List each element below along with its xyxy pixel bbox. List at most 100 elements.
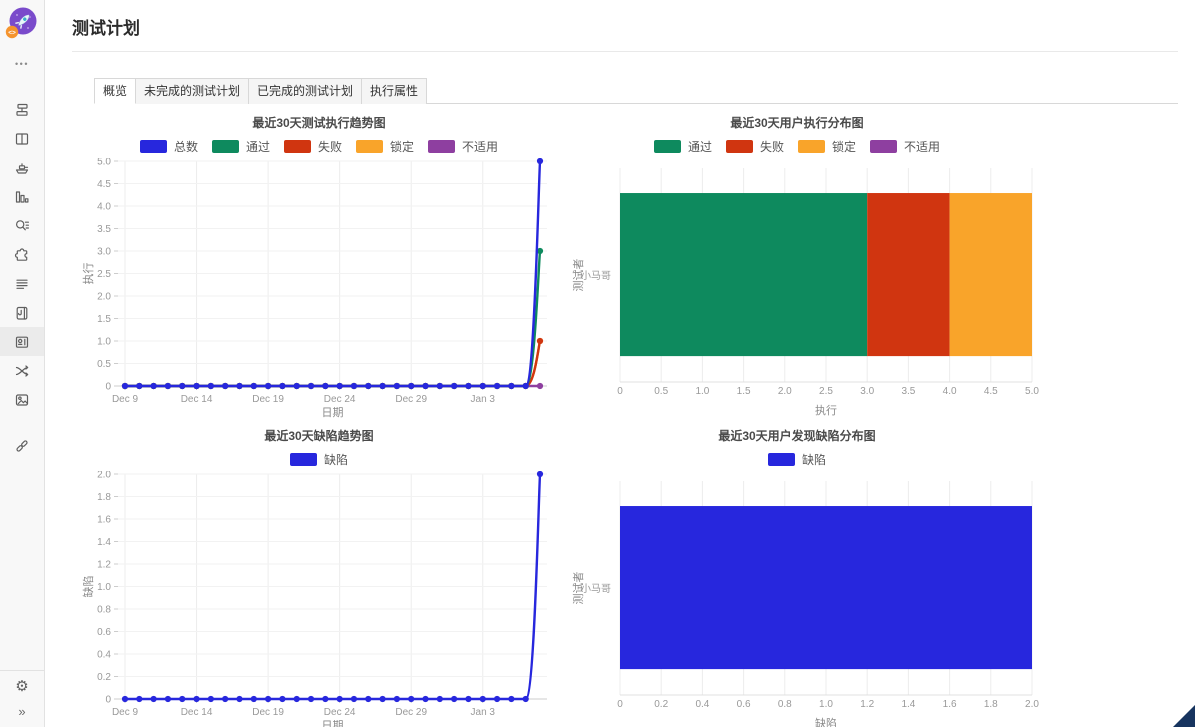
svg-text:0.6: 0.6 [97, 627, 111, 638]
sidebar-item-reports[interactable] [0, 182, 44, 211]
legend-item[interactable]: 锁定 [356, 138, 414, 155]
svg-text:1.2: 1.2 [860, 699, 874, 710]
svg-text:0: 0 [617, 386, 623, 397]
svg-text:Dec 24: Dec 24 [324, 394, 356, 405]
legend-label: 失败 [318, 138, 342, 155]
sidebar-item-shuffle[interactable] [0, 356, 44, 385]
svg-text:1.6: 1.6 [97, 515, 111, 526]
sidebar-item-notebook[interactable] [0, 298, 44, 327]
tab-bar: 概览 未完成的测试计划 已完成的测试计划 执行属性 [94, 78, 1178, 104]
legend-item[interactable]: 不适用 [870, 138, 940, 155]
svg-text:0.4: 0.4 [695, 699, 709, 710]
legend-item[interactable]: 总数 [140, 138, 198, 155]
svg-text:3.0: 3.0 [97, 247, 111, 258]
svg-text:4.0: 4.0 [943, 386, 957, 397]
line-chart-plot: 00.51.01.52.02.53.03.54.04.55.0Dec 9Dec … [80, 158, 558, 425]
legend-label: 不适用 [462, 138, 498, 155]
svg-text:1.0: 1.0 [695, 386, 709, 397]
line-chart-plot: 00.20.40.60.81.01.21.41.61.82.0Dec 9Dec … [80, 471, 558, 727]
svg-text:1.4: 1.4 [97, 537, 111, 548]
sidebar-item-list[interactable] [0, 269, 44, 298]
legend-swatch [428, 140, 455, 153]
charts-grid: 最近30天测试执行趋势图 总数通过失败锁定不适用 00.51.01.52.02.… [80, 112, 1178, 727]
svg-text:Dec 14: Dec 14 [181, 707, 213, 718]
sidebar-nav [0, 95, 44, 460]
app-window: <> ••• [0, 0, 1195, 727]
svg-text:1.8: 1.8 [97, 492, 111, 503]
legend-item[interactable]: 缺陷 [768, 451, 826, 468]
svg-text:4.5: 4.5 [97, 179, 111, 190]
page-title: 测试计划 [72, 14, 1178, 39]
legend-item[interactable]: 失败 [726, 138, 784, 155]
sidebar-item-review[interactable] [0, 211, 44, 240]
expand-sidebar-icon[interactable]: » [18, 705, 25, 719]
bar-chart-icon [14, 189, 30, 205]
legend-item[interactable]: 不适用 [428, 138, 498, 155]
svg-text:执行: 执行 [81, 263, 95, 285]
tab-execution-attrs[interactable]: 执行属性 [362, 78, 427, 104]
svg-text:1.0: 1.0 [97, 582, 111, 593]
legend-item[interactable]: 锁定 [798, 138, 856, 155]
legend-swatch [870, 140, 897, 153]
app-logo[interactable]: <> [4, 5, 40, 46]
tab-finished-plans[interactable]: 已完成的测试计划 [249, 78, 362, 104]
legend-label: 锁定 [390, 138, 414, 155]
sidebar-item-kanban[interactable] [0, 124, 44, 153]
settings-gear-icon[interactable]: ⚙ [15, 678, 28, 696]
svg-text:Dec 19: Dec 19 [252, 707, 284, 718]
shuffle-icon [14, 363, 30, 379]
svg-text:5.0: 5.0 [97, 158, 111, 168]
legend-swatch [726, 140, 753, 153]
svg-text:0: 0 [617, 699, 623, 710]
legend-item[interactable]: 通过 [654, 138, 712, 155]
svg-text:0.6: 0.6 [737, 699, 751, 710]
notebook-icon [14, 305, 30, 321]
ship-icon [14, 160, 30, 176]
svg-text:2.0: 2.0 [97, 471, 111, 481]
svg-text:3.5: 3.5 [901, 386, 915, 397]
more-menu-icon[interactable]: ••• [15, 59, 29, 69]
chart-legend: 通过失败锁定不适用 [566, 134, 1028, 158]
legend-swatch [356, 140, 383, 153]
legend-item[interactable]: 缺陷 [290, 451, 348, 468]
svg-text:1.8: 1.8 [984, 699, 998, 710]
tab-overview[interactable]: 概览 [94, 78, 136, 104]
svg-text:Dec 19: Dec 19 [252, 394, 284, 405]
sidebar-item-workbench[interactable] [0, 95, 44, 124]
svg-text:5.0: 5.0 [1025, 386, 1039, 397]
svg-text:2.5: 2.5 [819, 386, 833, 397]
legend-item[interactable]: 失败 [284, 138, 342, 155]
sidebar-item-link[interactable] [0, 431, 44, 460]
sidebar-item-image[interactable] [0, 385, 44, 414]
svg-text:Dec 9: Dec 9 [112, 707, 139, 718]
svg-text:2.5: 2.5 [97, 269, 111, 280]
svg-text:Dec 14: Dec 14 [181, 394, 213, 405]
svg-text:执行: 执行 [815, 403, 837, 417]
chart-legend: 缺陷 [566, 447, 1028, 471]
svg-text:测试者: 测试者 [572, 259, 585, 292]
sidebar-item-test-plan-report[interactable] [0, 327, 44, 356]
corner-widget[interactable] [1173, 705, 1195, 727]
svg-text:3.5: 3.5 [97, 224, 111, 235]
legend-swatch [654, 140, 681, 153]
chart-title: 最近30天用户执行分布图 [566, 112, 1028, 134]
main-content: 测试计划 概览 未完成的测试计划 已完成的测试计划 执行属性 最近30天测试执行… [45, 0, 1195, 727]
chart-test-execution-trend: 最近30天测试执行趋势图 总数通过失败锁定不适用 00.51.01.52.02.… [80, 112, 558, 425]
bar-chart-plot: 00.20.40.60.81.01.21.41.61.82.0小马哥测试者缺陷 [566, 471, 1178, 727]
svg-text:2.0: 2.0 [778, 386, 792, 397]
legend-label: 缺陷 [802, 451, 826, 468]
svg-text:Jan 3: Jan 3 [471, 394, 496, 405]
header-divider [72, 51, 1178, 52]
sidebar-item-ship[interactable] [0, 153, 44, 182]
legend-swatch [212, 140, 239, 153]
svg-text:0: 0 [105, 695, 111, 706]
legend-label: 缺陷 [324, 451, 348, 468]
tab-unfinished-plans[interactable]: 未完成的测试计划 [136, 78, 249, 104]
legend-item[interactable]: 通过 [212, 138, 270, 155]
chart-defect-trend: 最近30天缺陷趋势图 缺陷 00.20.40.60.81.01.21.41.61… [80, 425, 558, 727]
sidebar-item-plugin[interactable] [0, 240, 44, 269]
svg-text:Dec 29: Dec 29 [395, 707, 427, 718]
kanban-icon [14, 131, 30, 147]
svg-text:1.0: 1.0 [97, 337, 111, 348]
chart-legend: 总数通过 失败 锁定 不适用 [80, 134, 558, 158]
